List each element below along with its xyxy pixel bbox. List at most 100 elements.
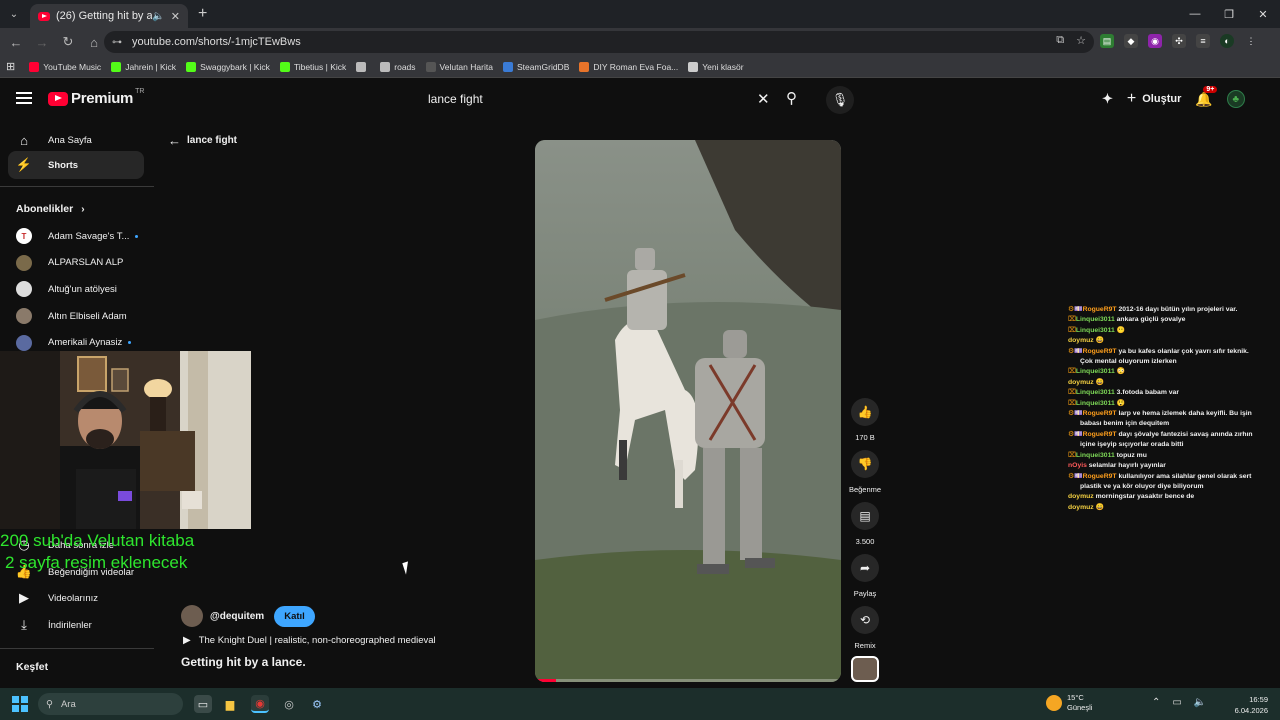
subscriptions-heading[interactable]: Abonelikler › (16, 203, 85, 215)
tab-search-button[interactable]: ⌄ (0, 0, 28, 28)
chat-username: Linquei3011 (1075, 389, 1115, 397)
shorts-icon: ⚡ (15, 157, 33, 172)
task-view-icon[interactable]: ▭ (194, 695, 212, 713)
obs-icon[interactable]: ◎ (280, 695, 298, 713)
profile-avatar[interactable]: ◐ (1220, 34, 1234, 48)
apps-grid-icon[interactable]: ⊞ (6, 60, 15, 73)
back-button[interactable]: ← (4, 30, 28, 54)
subscription-item[interactable]: ALPARSLAN ALP (8, 249, 144, 277)
sidebar-item-label: Shorts (48, 159, 79, 171)
chat-text: 3.fotoda babam var (1116, 389, 1179, 397)
like-action: 👍 170 B (848, 398, 882, 442)
file-explorer-icon[interactable]: ▆ (221, 695, 239, 713)
taskbar-search[interactable]: ⚲ Ara (38, 693, 183, 715)
hamburger-menu-icon[interactable] (16, 92, 32, 104)
search-value: lance fight (428, 92, 483, 106)
system-tray: ⌃ ▭ 🔈 (1152, 697, 1206, 708)
speaker-icon[interactable]: 🔈 (1194, 697, 1206, 708)
clear-search-icon[interactable]: ✕ (757, 90, 770, 108)
create-button[interactable]: + Oluştur (1127, 90, 1181, 108)
site-info-icon[interactable]: ⊶ (112, 37, 122, 48)
menu-kebab-icon[interactable]: ⋮ (1244, 34, 1258, 48)
bookmark-item[interactable]: YouTube Music (29, 61, 101, 72)
cast-icon[interactable]: ✦ (1102, 91, 1113, 107)
home-button[interactable]: ⌂ (82, 30, 106, 54)
forward-button[interactable]: → (30, 30, 54, 54)
bookmark-item[interactable]: Swaggybark | Kick (186, 61, 270, 72)
chat-username: RogueR9T (1082, 472, 1117, 480)
extension-icon[interactable]: ▤ (1100, 34, 1114, 48)
chat-message: içine işeyip sıçıyorlar orada bitti (1068, 440, 1280, 450)
extension-icon[interactable]: ◉ (1148, 34, 1162, 48)
puzzle-icon[interactable]: ✣ (1172, 34, 1186, 48)
home-icon: ⌂ (20, 132, 28, 148)
video-progress-bar[interactable] (535, 679, 841, 682)
account-avatar[interactable]: ♣ (1226, 90, 1245, 108)
install-app-icon[interactable]: ⧉ (1056, 34, 1064, 47)
bookmark-item[interactable] (356, 61, 370, 72)
speaker-icon[interactable]: 🔈 (152, 11, 164, 22)
sidebar-item-home[interactable]: ⌂ Ana Sayfa (8, 126, 144, 154)
network-icon[interactable]: ▭ (1172, 697, 1181, 708)
search-back-button[interactable]: ← lance fight (168, 133, 237, 148)
channel-name[interactable]: @dequitem (210, 611, 264, 622)
bookmark-item[interactable]: DIY Roman Eva Foa... (579, 61, 678, 72)
new-tab-button[interactable]: + (198, 5, 207, 23)
remix-button[interactable]: ⟲ (851, 606, 879, 634)
dislike-button[interactable]: 👎 (851, 450, 879, 478)
sidebar-item-label: Videolarınız (48, 592, 98, 604)
media-control-icon[interactable]: ≡ (1196, 34, 1210, 48)
subscription-item[interactable]: Altuğ'un atölyesi (8, 275, 144, 303)
youtube-premium-logo[interactable]: Premium TR (48, 88, 145, 107)
like-button[interactable]: 👍 (851, 398, 879, 426)
start-button[interactable] (12, 696, 28, 712)
bookmark-label: Swaggybark | Kick (200, 61, 270, 72)
extension-icon[interactable]: ◆ (1124, 34, 1138, 48)
minimize-button[interactable]: — (1178, 0, 1212, 28)
chevron-up-icon[interactable]: ⌃ (1152, 697, 1160, 708)
close-icon[interactable]: ✕ (171, 10, 180, 23)
chat-text: 😶 (1116, 326, 1126, 334)
channel-avatar[interactable] (181, 605, 203, 627)
chat-text: ankara güçlü şovalye (1116, 316, 1186, 324)
steam-icon[interactable]: ⚙ (308, 695, 326, 713)
bookmark-item[interactable]: Tibetius | Kick (279, 61, 346, 72)
chat-badge-icon: ⚙💷 (1068, 430, 1083, 438)
bookmark-item[interactable]: SteamGridDB (502, 61, 569, 72)
share-button[interactable]: ➦ (851, 554, 879, 582)
bookmark-item[interactable]: Velutan Harita (425, 61, 493, 72)
join-button[interactable]: Katıl (274, 605, 315, 627)
system-clock[interactable]: 16:59 6.04.2026 (1222, 694, 1268, 716)
bookmark-label: roads (394, 61, 416, 72)
chat-message: doymuz morningstar yasaktır bence de (1068, 492, 1280, 502)
browser-tabbar: ⌄ (26) Getting hit by a lance. 🔈 ✕ + — ❐… (0, 0, 1280, 28)
notifications-bell-icon[interactable]: 🔔 9+ (1195, 85, 1218, 108)
address-bar[interactable]: ⊶ youtube.com/shorts/-1mjcTEwBws ⧉ ☆ (104, 31, 1094, 53)
comments-button[interactable]: ▤ (851, 502, 879, 530)
weather-temp: 15°C (1067, 693, 1084, 702)
chrome-icon[interactable]: ◉ (251, 695, 269, 713)
sound-source-thumbnail[interactable] (851, 656, 879, 682)
sidebar-item-your-videos[interactable]: ▶ Videolarınız (8, 584, 144, 612)
close-window-button[interactable]: ✕ (1246, 0, 1280, 28)
reload-button[interactable]: ↻ (56, 30, 80, 54)
country-code: TR (135, 88, 145, 95)
subscription-item[interactable]: Altın Elbiseli Adam (8, 302, 144, 330)
search-icon[interactable]: ⚲ (786, 89, 797, 107)
chat-username: RogueR9T (1082, 347, 1117, 355)
maximize-button[interactable]: ❐ (1212, 0, 1246, 28)
browser-tab-active[interactable]: (26) Getting hit by a lance. 🔈 ✕ (30, 4, 188, 28)
bookmark-item[interactable]: Yeni klasör (688, 61, 744, 72)
sidebar-item-downloads[interactable]: ⤓ İndirilenler (8, 611, 144, 639)
bookmark-star-icon[interactable]: ☆ (1076, 34, 1086, 47)
bookmark-item[interactable]: roads (380, 61, 416, 72)
search-input[interactable]: lance fight (418, 86, 780, 112)
video-description[interactable]: ▶ The Knight Duel | realistic, non-chore… (183, 635, 436, 646)
short-video-player[interactable] (535, 140, 841, 682)
sidebar-item-shorts[interactable]: ⚡ Shorts (8, 151, 144, 179)
microphone-icon[interactable]: 🎙 (826, 86, 854, 114)
weather-widget[interactable]: 15°C Güneşli (1046, 693, 1092, 713)
chat-message: nOyis selamlar hayırlı yayınlar (1068, 461, 1280, 471)
subscription-item[interactable]: T Adam Savage's T... (8, 222, 144, 250)
bookmark-item[interactable]: Jahrein | Kick (111, 61, 176, 72)
